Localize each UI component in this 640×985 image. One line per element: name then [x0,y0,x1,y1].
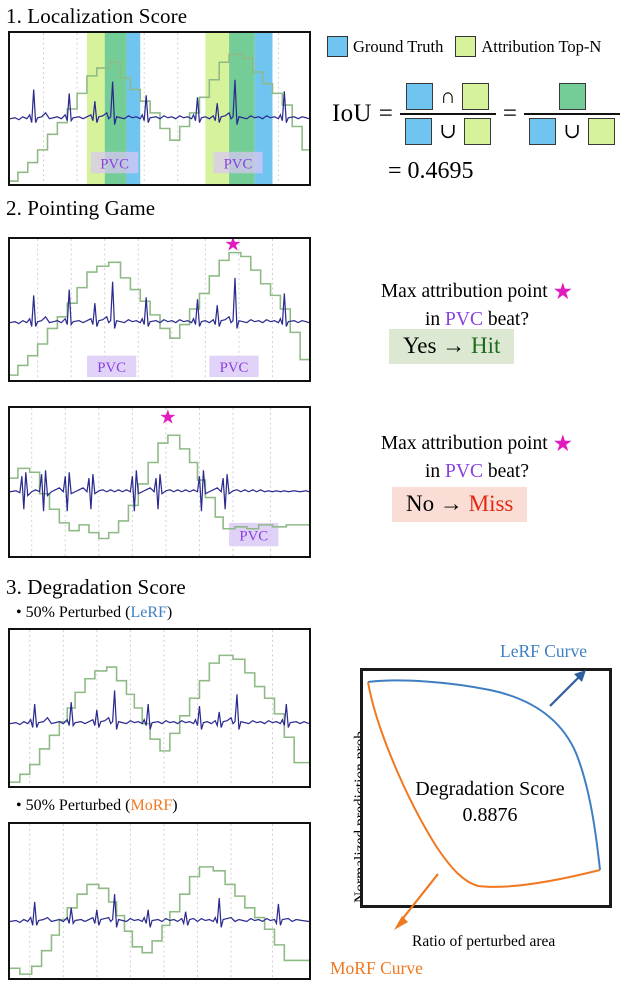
iou-label: IoU [332,100,372,128]
legend-item-ground-truth: Ground Truth [327,36,443,57]
localization-ecg-svg: PVC PVC [10,33,309,184]
verdict-arrow-2: → [439,491,463,516]
overlap-square-icon [558,83,586,110]
morf-arrow-svg [394,873,439,930]
morf-curve-caption: MoRF Curve [330,958,423,978]
legend: Ground Truth Attribution Top-N [327,36,601,57]
attr-square-den2-icon [587,118,615,146]
attribution-step-curve [10,654,309,783]
degradation-score-block: Degradation Score 0.8876 [400,776,580,828]
ground-truth-swatch-icon [327,36,348,57]
iou-fraction-1: ∩ ∪ [399,80,496,148]
star-inline-icon-2: ★ [552,431,574,456]
iou-equals-1: = [378,100,393,128]
pvc-inline-1: PVC [445,309,483,331]
iou-equals-2: = [502,100,517,128]
iou-denominator-2: ∪ [525,115,619,148]
pvc-label-1: PVC [97,360,126,376]
ground-truth-label: Ground Truth [353,36,444,56]
question-line-1: Max attribution point ★ [380,279,574,304]
pointing-question-hit: Max attribution point ★ in PVC beat? [352,276,602,333]
pointing-miss-ecg-svg: PVC ★ [10,408,309,556]
section-2-title: 2. Pointing Game [6,196,156,220]
attribution-swatch-icon [455,36,477,57]
union-op-2: ∪ [563,119,581,144]
morf-arrow-icon [394,873,439,930]
lerf-perturbed-ecg-panel [8,628,311,788]
star-inline-icon-1: ★ [552,279,574,304]
pvc-label: PVC [239,529,268,545]
intersection-op: ∩ [440,84,456,108]
gt-square-den2-icon [529,118,557,146]
pvc-inline-2: PVC [445,461,483,483]
lerf-inline-label: LeRF [130,604,167,621]
verdict-hit-badge: Yes → Hit [389,329,515,364]
legend-item-attribution: Attribution Top-N [455,36,601,57]
verdict-outcome-miss: Miss [468,491,514,516]
morf-perturbed-ecg-panel [8,822,311,980]
verdict-answer-yes: Yes [403,333,437,358]
degradation-score-value: 0.8876 [462,804,518,826]
pointing-hit-ecg-panel: PVC PVC ★ [8,237,311,382]
iou-fraction-2: ∪ [524,80,620,148]
deg-chart-xlabel: Ratio of perturbed area [412,933,556,950]
ecg-signal [10,470,309,512]
gridlines [29,824,273,978]
max-attribution-star-icon: ★ [224,239,242,256]
verdict-miss-badge: No → Miss [392,487,528,522]
gt-square-den-icon [405,118,433,146]
iou-formula: IoU = ∩ ∪ = ∪ [332,80,620,148]
section-1-title: 1. Localization Score [6,4,188,28]
pvc-label-2: PVC [224,156,253,172]
pointing-hit-ecg-svg: PVC PVC ★ [10,239,309,380]
localization-ecg-panel: PVC PVC [8,31,311,186]
verdict-answer-no: No [406,491,435,516]
section-3-title: 3. Degradation Score [6,575,186,599]
union-op-1: ∪ [439,119,457,144]
bullet-morf: • 50% Perturbed (MoRF) [16,797,178,814]
verdict-outcome-hit: Hit [470,333,501,358]
morf-inline-label: MoRF [130,797,173,814]
attribution-step-curve [10,251,309,376]
attribution-label: Attribution Top-N [481,36,602,56]
iou-denominator-1: ∪ [401,115,495,148]
lerf-perturbed-ecg-svg [10,630,309,786]
morf-arrow-wrap [330,860,460,940]
verdict-arrow-1: → [442,333,466,358]
pvc-label-1: PVC [100,156,129,172]
lerf-curve-caption: LeRF Curve [500,641,588,661]
pvc-label-2: PVC [220,360,249,376]
iou-numerator-1: ∩ [402,80,493,113]
attr-square-den-icon [463,118,491,146]
question-line-1: Max attribution point ★ [380,431,574,456]
bullet-lerf: • 50% Perturbed (LeRF) [16,604,173,621]
pointing-question-miss: Max attribution point ★ in PVC beat? [352,428,602,485]
iou-numerator-2 [555,80,590,113]
morf-perturbed-ecg-svg [10,824,309,978]
max-attribution-star-icon: ★ [159,408,177,429]
pointing-miss-ecg-panel: PVC ★ [8,406,311,558]
gt-square-num-icon [406,83,434,110]
iou-result: = 0.4695 [388,158,474,184]
question-line-2: in PVC beat? [425,461,529,483]
attr-square-num-icon [462,83,490,110]
degradation-score-title: Degradation Score [415,778,565,800]
